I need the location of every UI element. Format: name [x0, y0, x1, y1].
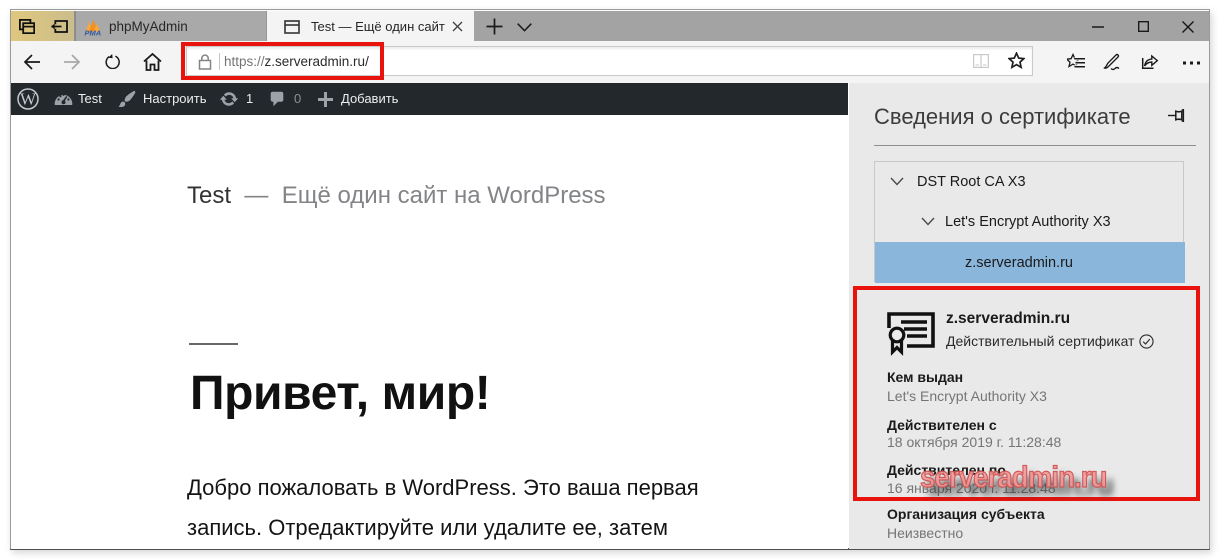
- svg-text:PMA: PMA: [85, 29, 102, 37]
- svg-text:W: W: [20, 90, 37, 109]
